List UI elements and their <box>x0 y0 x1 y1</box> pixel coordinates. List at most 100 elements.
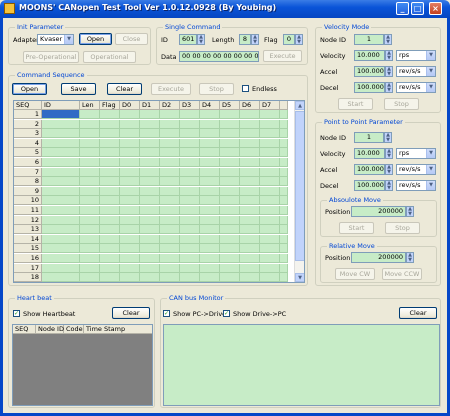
seq-cell[interactable] <box>80 225 100 235</box>
vel-decel-spinner[interactable]: ▲ ▼ <box>385 82 393 93</box>
seq-cell[interactable] <box>280 215 288 225</box>
seq-col-d3[interactable]: D3 <box>180 101 200 110</box>
seq-cell[interactable] <box>260 273 280 282</box>
seq-cell[interactable] <box>140 273 160 282</box>
seq-cell[interactable] <box>200 186 220 196</box>
seq-cell[interactable] <box>180 254 200 263</box>
seq-cell[interactable] <box>220 167 240 177</box>
seq-cell[interactable] <box>42 196 80 206</box>
seq-cell[interactable] <box>160 206 180 215</box>
seq-cell[interactable] <box>260 263 280 273</box>
seq-cell[interactable] <box>100 138 120 148</box>
p2p-accel-spinner[interactable]: ▲ ▼ <box>385 164 393 175</box>
show-heartbeat-checkbox[interactable]: ✓ <box>13 310 20 317</box>
seq-cell[interactable] <box>80 177 100 187</box>
seq-cell[interactable] <box>140 158 160 167</box>
seq-cell[interactable] <box>200 129 220 139</box>
seq-row-number[interactable]: 2 <box>14 119 42 129</box>
seq-cell[interactable] <box>80 138 100 148</box>
seq-cell[interactable] <box>120 225 140 235</box>
length-spinner[interactable]: ▲ ▼ <box>251 34 259 45</box>
seq-cell[interactable] <box>240 263 260 273</box>
seq-cell[interactable] <box>120 244 140 254</box>
seq-cell[interactable] <box>180 129 200 139</box>
seq-cell[interactable] <box>42 263 80 273</box>
seq-cell[interactable] <box>260 119 280 129</box>
vel-accel-spinner[interactable]: ▲ ▼ <box>385 66 393 77</box>
init-open-button[interactable]: Open <box>79 33 112 45</box>
seq-cell[interactable] <box>80 263 100 273</box>
seq-cell[interactable] <box>200 273 220 282</box>
operational-button[interactable]: Operational <box>83 51 136 63</box>
seq-cell[interactable] <box>120 206 140 215</box>
seq-col-d2[interactable]: D2 <box>160 101 180 110</box>
seq-cell[interactable] <box>280 206 288 215</box>
seq-cell[interactable] <box>100 244 120 254</box>
vel-node-spinner[interactable]: ▲ ▼ <box>384 34 392 45</box>
title-bar[interactable]: MOONS' CANopen Test Tool Ver 1.0.12.0928… <box>0 0 450 18</box>
id-input[interactable]: 601 <box>179 34 197 45</box>
seq-save-button[interactable]: Save <box>61 83 96 95</box>
seq-cell[interactable] <box>220 206 240 215</box>
seq-cell[interactable] <box>100 129 120 139</box>
seq-row-number[interactable]: 3 <box>14 129 42 139</box>
seq-cell[interactable] <box>160 158 180 167</box>
seq-col-d4[interactable]: D4 <box>200 101 220 110</box>
show-pc-drive-checkbox[interactable]: ✓ <box>163 310 170 317</box>
seq-cell[interactable] <box>160 234 180 244</box>
seq-cell[interactable] <box>80 196 100 206</box>
seq-cell[interactable] <box>200 148 220 158</box>
seq-cell[interactable] <box>220 129 240 139</box>
seq-cell[interactable] <box>80 244 100 254</box>
seq-cell[interactable] <box>100 148 120 158</box>
seq-cell[interactable] <box>42 215 80 225</box>
seq-cell[interactable] <box>260 234 280 244</box>
seq-cell[interactable] <box>42 167 80 177</box>
seq-row-number[interactable]: 17 <box>14 263 42 273</box>
seq-cell[interactable] <box>240 158 260 167</box>
seq-cell[interactable] <box>160 263 180 273</box>
seq-cell[interactable] <box>220 186 240 196</box>
seq-cell[interactable] <box>80 254 100 263</box>
seq-cell[interactable] <box>200 234 220 244</box>
seq-cell[interactable] <box>240 129 260 139</box>
seq-cell[interactable] <box>260 225 280 235</box>
seq-cell[interactable] <box>260 215 280 225</box>
seq-cell[interactable] <box>180 177 200 187</box>
seq-cell[interactable] <box>80 186 100 196</box>
seq-cell[interactable] <box>280 254 288 263</box>
seq-cell[interactable] <box>240 273 260 282</box>
seq-cell[interactable] <box>280 167 288 177</box>
seq-cell[interactable] <box>140 206 160 215</box>
seq-cell[interactable] <box>140 254 160 263</box>
init-close-button[interactable]: Close <box>115 33 148 45</box>
seq-cell[interactable] <box>220 234 240 244</box>
p2p-decel-unit-select[interactable]: rev/s/s ▼ <box>396 180 436 191</box>
seq-col-id[interactable]: ID <box>42 101 80 110</box>
seq-cell[interactable] <box>220 196 240 206</box>
seq-cell[interactable] <box>100 254 120 263</box>
seq-row-number[interactable]: 15 <box>14 244 42 254</box>
seq-col-d0[interactable]: D0 <box>120 101 140 110</box>
scroll-up-icon[interactable]: ▲ <box>295 101 304 110</box>
seq-cell[interactable] <box>220 119 240 129</box>
seq-cell[interactable] <box>180 225 200 235</box>
seq-cell[interactable] <box>280 129 288 139</box>
seq-cell[interactable] <box>42 148 80 158</box>
seq-cell[interactable] <box>240 177 260 187</box>
seq-cell[interactable] <box>120 234 140 244</box>
seq-cell[interactable] <box>240 225 260 235</box>
seq-col-flag[interactable]: Flag <box>100 101 120 110</box>
seq-cell[interactable] <box>42 158 80 167</box>
seq-cell[interactable] <box>260 186 280 196</box>
vel-node-input[interactable]: 1 <box>354 34 384 45</box>
seq-row-number[interactable]: 13 <box>14 225 42 235</box>
vel-velocity-unit-select[interactable]: rps ▼ <box>396 50 436 61</box>
length-input[interactable]: 8 <box>239 34 251 45</box>
seq-cell[interactable] <box>240 119 260 129</box>
seq-cell[interactable] <box>140 244 160 254</box>
seq-cell[interactable] <box>280 119 288 129</box>
flag-spinner[interactable]: ▲ ▼ <box>295 34 303 45</box>
scroll-thumb[interactable] <box>295 111 304 261</box>
seq-cell[interactable] <box>120 186 140 196</box>
